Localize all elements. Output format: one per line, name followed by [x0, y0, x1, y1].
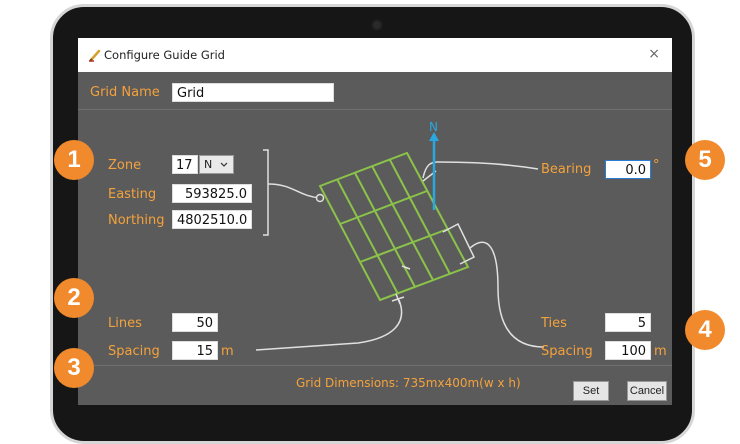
ties-label: Ties — [541, 316, 567, 331]
tie-spacing-label: Spacing — [541, 344, 593, 359]
callout-badge-1: 1 — [54, 140, 94, 180]
callout-badge-5: 5 — [685, 140, 725, 180]
dialog-window: Configure Guide Grid × Grid Name Grid N … — [78, 38, 672, 405]
separator-bottom — [78, 365, 672, 366]
tie-spacing-unit: m — [654, 344, 667, 359]
origin-point — [315, 193, 325, 203]
grid-diagram-lines — [318, 151, 470, 302]
lines-label: Lines — [108, 316, 142, 331]
northing-input[interactable]: 4802510.0 — [172, 210, 252, 229]
bearing-label: Bearing — [541, 162, 592, 177]
zone-label: Zone — [108, 158, 142, 173]
easting-input[interactable]: 593825.0 — [172, 184, 252, 203]
set-button[interactable]: Set — [573, 381, 609, 401]
northing-label: Northing — [108, 213, 165, 228]
chevron-down-icon — [220, 162, 228, 167]
callout-badge-2: 2 — [54, 278, 94, 318]
bearing-input[interactable]: 0.0 — [605, 160, 651, 179]
zone-input[interactable]: 17 — [172, 155, 198, 174]
tie-spacing-input[interactable]: 100 — [605, 341, 651, 360]
hemisphere-value: N — [204, 158, 213, 171]
callout-badge-3: 3 — [54, 348, 94, 388]
easting-label: Easting — [108, 187, 157, 202]
ties-input[interactable]: 5 — [605, 313, 651, 332]
bearing-unit: ° — [653, 158, 660, 173]
lines-input[interactable]: 50 — [172, 313, 218, 332]
callout-badge-4: 4 — [685, 310, 725, 350]
guide-grid-outline — [318, 151, 470, 302]
camera-icon — [373, 21, 381, 29]
line-spacing-input[interactable]: 15 — [172, 341, 218, 360]
grid-dimensions-text: Grid Dimensions: 735mx400m(w x h) — [296, 376, 521, 390]
line-spacing-label: Spacing — [108, 344, 160, 359]
cancel-button[interactable]: Cancel — [627, 381, 667, 401]
ties-bracket — [401, 222, 475, 270]
hemisphere-select[interactable]: N — [199, 155, 234, 174]
north-label: N — [429, 120, 438, 134]
line-spacing-unit: m — [221, 344, 234, 359]
